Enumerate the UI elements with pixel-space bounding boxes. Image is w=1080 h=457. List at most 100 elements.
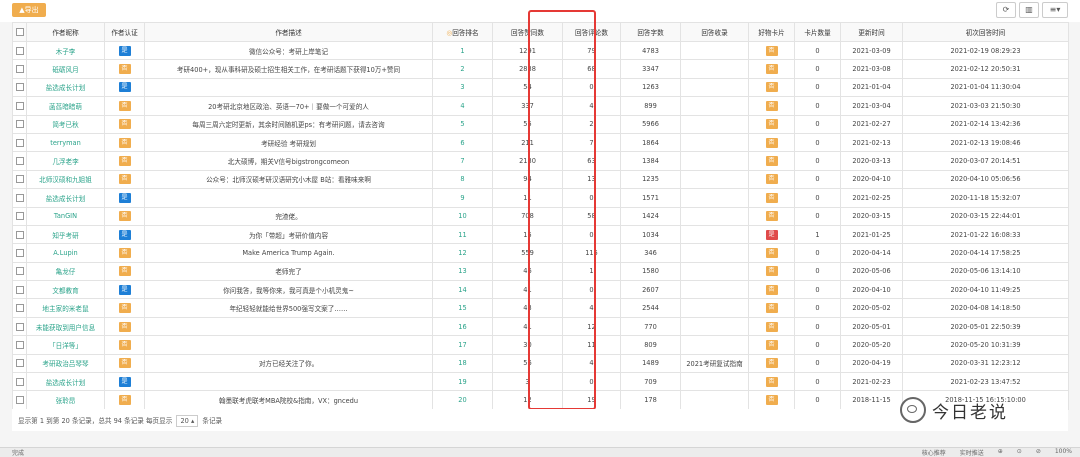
table-cell[interactable]: 菡萏暗暗萌 bbox=[26, 96, 105, 116]
column-header[interactable]: 更新时间 bbox=[840, 22, 903, 42]
table-cell bbox=[680, 261, 749, 282]
row-checkbox[interactable] bbox=[15, 83, 24, 92]
table-row[interactable]: 几浮老李 否 北大硕博，期关V信号bigstrongcomeon 7 2130 63 138… bbox=[12, 151, 1069, 171]
column-header[interactable] bbox=[12, 22, 27, 42]
column-header[interactable]: 作者描述 bbox=[144, 22, 433, 42]
table-row[interactable]: 知乎考研 是 为你「带超」考研价值内容 11 15 0 1034 是 1 2021-01-25 20… bbox=[12, 224, 1069, 245]
row-checkbox[interactable] bbox=[15, 46, 24, 55]
table-row[interactable]: 亀龙仔 否 老师完了 13 46 1 1580 否 0 2020-05-06 2020-05-06 … bbox=[12, 261, 1069, 282]
row-checkbox[interactable] bbox=[15, 248, 24, 257]
table-cell[interactable]: A.Lupin bbox=[26, 243, 105, 263]
row-checkbox[interactable] bbox=[15, 138, 24, 147]
table-row[interactable]: 文都教育是你问我答，我等你来，我可真是个小机灵鬼~ 14 41 0 2607 否 0 2020… bbox=[12, 280, 1069, 300]
column-header[interactable]: 回答赞同数 bbox=[492, 22, 563, 42]
table-row[interactable]: 盐选成长计划是 9 11 0 1571 否 0 2021-02-25 2020-11-18 15… bbox=[12, 188, 1069, 208]
export-button[interactable]: ▲导出 bbox=[12, 3, 46, 17]
table-cell: 11 bbox=[492, 188, 563, 208]
table-row[interactable]: 盐选成长计划是 19 3 0 709 否 0 2021-02-23 2021-02-23 13:… bbox=[12, 372, 1069, 392]
table-cell: 4 bbox=[432, 96, 493, 116]
table-cell[interactable]: 盐选成长计划 bbox=[26, 188, 105, 208]
cert-badge: 否 bbox=[118, 339, 131, 350]
cert-cell: 是 bbox=[104, 224, 145, 245]
column-header[interactable]: 作者认证 bbox=[104, 22, 145, 42]
card-badge: 否 bbox=[765, 284, 778, 295]
column-header[interactable]: 初次回答时间 bbox=[902, 22, 1069, 42]
table-cell[interactable]: terryman bbox=[26, 132, 105, 153]
row-checkbox[interactable] bbox=[15, 230, 24, 239]
table-cell bbox=[144, 77, 433, 98]
row-checkbox[interactable] bbox=[15, 322, 24, 331]
column-header[interactable]: 回答收录 bbox=[680, 22, 749, 42]
table-cell[interactable]: 亀龙仔 bbox=[26, 261, 105, 282]
table-row[interactable]: 菡萏暗暗萌否 20考研北京地区政治、英语一70+｜要做一个可爱的人 4 337 4 899… bbox=[12, 96, 1069, 116]
refresh-icon[interactable]: ⟳ bbox=[996, 2, 1016, 18]
table-cell: 2018-11-15 bbox=[840, 390, 903, 410]
row-checkbox[interactable] bbox=[15, 157, 24, 166]
row-checkbox[interactable] bbox=[15, 267, 24, 276]
row-checkbox[interactable] bbox=[15, 175, 24, 184]
row-checkbox[interactable] bbox=[15, 212, 24, 221]
table-cell bbox=[680, 390, 749, 410]
table-row[interactable]: 考研政治吕琴琴否对方已经关注了你。 18 56 4 1489 2021考研复试指南否 0 20… bbox=[12, 353, 1069, 374]
table-row[interactable]: TanGIN 否 完渣佬。 10 708 58 1424 否 0 2020-03-15 2020-0… bbox=[12, 206, 1069, 226]
row-checkbox[interactable] bbox=[15, 377, 24, 386]
columns-icon[interactable]: ▥ bbox=[1019, 2, 1039, 18]
table-cell bbox=[680, 298, 749, 318]
row-checkbox[interactable] bbox=[15, 101, 24, 110]
table-cell bbox=[680, 316, 749, 337]
table-cell[interactable]: 张聆昂 bbox=[26, 390, 105, 410]
cert-badge: 否 bbox=[118, 100, 131, 111]
table-row[interactable]: 北师汉硕和九姐姐 否 公众号：北师汉硕考研汉语研究小木屋 B站：看雅味来啊 8 94 13… bbox=[12, 169, 1069, 190]
table-cell[interactable]: 盐选成长计划 bbox=[26, 77, 105, 98]
table-cell[interactable]: 简考已秋 bbox=[26, 114, 105, 134]
row-checkbox[interactable] bbox=[15, 285, 24, 294]
menu-dropdown-icon[interactable]: ≡▾ bbox=[1042, 2, 1068, 18]
table-cell[interactable]: 未能获取到用户信息 bbox=[26, 316, 105, 337]
table-cell[interactable]: 文都教育 bbox=[26, 280, 105, 300]
row-checkbox[interactable] bbox=[15, 193, 24, 202]
column-header[interactable]: 卡片数量 bbox=[794, 22, 841, 42]
row-checkbox[interactable] bbox=[15, 120, 24, 129]
table-cell: 809 bbox=[620, 335, 681, 355]
column-header[interactable]: 好物卡片 bbox=[748, 22, 795, 42]
table-row[interactable]: 简考已秋否每周三周六定时更新，其余时间随机更ps：有考研问题，请去咨询 5 55 2 5… bbox=[12, 114, 1069, 134]
cert-cell: 否 bbox=[104, 390, 145, 410]
column-header[interactable]: 回答字数 bbox=[620, 22, 681, 42]
card-badge: 否 bbox=[765, 321, 778, 332]
table-cell[interactable]: TanGIN bbox=[26, 206, 105, 226]
select-all-checkbox[interactable] bbox=[15, 28, 24, 36]
table-cell[interactable]: 盐选成长计划 bbox=[26, 372, 105, 392]
column-header[interactable]: 作者昵称 bbox=[26, 22, 105, 42]
table-row[interactable]: 地主家的米老鼠否年纪轻轻就能给世界500强写文案了…… 15 43 4 2544 否 0 20… bbox=[12, 298, 1069, 318]
card-badge: 否 bbox=[765, 156, 778, 167]
card-cell: 否 bbox=[748, 206, 795, 226]
page-size-select[interactable]: 20 ▴ bbox=[176, 415, 199, 427]
table-cell[interactable]: 知乎考研 bbox=[26, 224, 105, 245]
table-cell[interactable]: 几浮老李 bbox=[26, 151, 105, 171]
table-cell[interactable]: 考研政治吕琴琴 bbox=[26, 353, 105, 374]
table-row[interactable]: terryman 否 考研经验 考研规划 6 211 7 1864 否 0 2021-02-13 2… bbox=[12, 132, 1069, 153]
row-checkbox[interactable] bbox=[15, 396, 24, 405]
row-checkbox[interactable] bbox=[15, 304, 24, 313]
cert-badge: 是 bbox=[118, 192, 131, 203]
table-row[interactable]: 未能获取到用户信息 否 16 41 12 770 否 0 2020-05-01 2020-05-0… bbox=[12, 316, 1069, 337]
table-cell[interactable]: 北师汉硕和九姐姐 bbox=[26, 169, 105, 190]
table-row[interactable]: A.Lupin 否 Make America Trump Again. 12 559 11… bbox=[12, 243, 1069, 263]
table-cell: 56 bbox=[492, 353, 563, 374]
column-header[interactable]: 回答评论数 bbox=[562, 22, 621, 42]
table-cell: 899 bbox=[620, 96, 681, 116]
table-row[interactable]: 木子李 是 微信公众号：考研上岸笔记 1 1291 79 4783 否 0 2021-03-09 2… bbox=[12, 40, 1069, 61]
column-header[interactable]: ◎回答排名 bbox=[432, 22, 493, 42]
table-cell: 12 bbox=[562, 316, 621, 337]
table-cell[interactable]: 砥砺风月 bbox=[26, 59, 105, 79]
table-cell: 0 bbox=[794, 114, 841, 134]
table-row[interactable]: 砥砺风月 否 考研400+，现从事科研及硕士招生相关工作，在考研话题下获得10万+赞… bbox=[12, 59, 1069, 79]
table-row[interactable]: 「日洋等」 否 17 30 11 809 否 0 2020-05-20 2020-05-20 10… bbox=[12, 335, 1069, 355]
row-checkbox[interactable] bbox=[15, 65, 24, 74]
table-cell[interactable]: 地主家的米老鼠 bbox=[26, 298, 105, 318]
row-checkbox[interactable] bbox=[15, 340, 24, 349]
row-checkbox[interactable] bbox=[15, 359, 24, 368]
table-row[interactable]: 盐选成长计划是 3 54 0 1263 否 0 2021-01-04 2021-01-04 11… bbox=[12, 77, 1069, 98]
table-cell[interactable]: 「日洋等」 bbox=[26, 335, 105, 355]
table-cell[interactable]: 木子李 bbox=[26, 40, 105, 61]
